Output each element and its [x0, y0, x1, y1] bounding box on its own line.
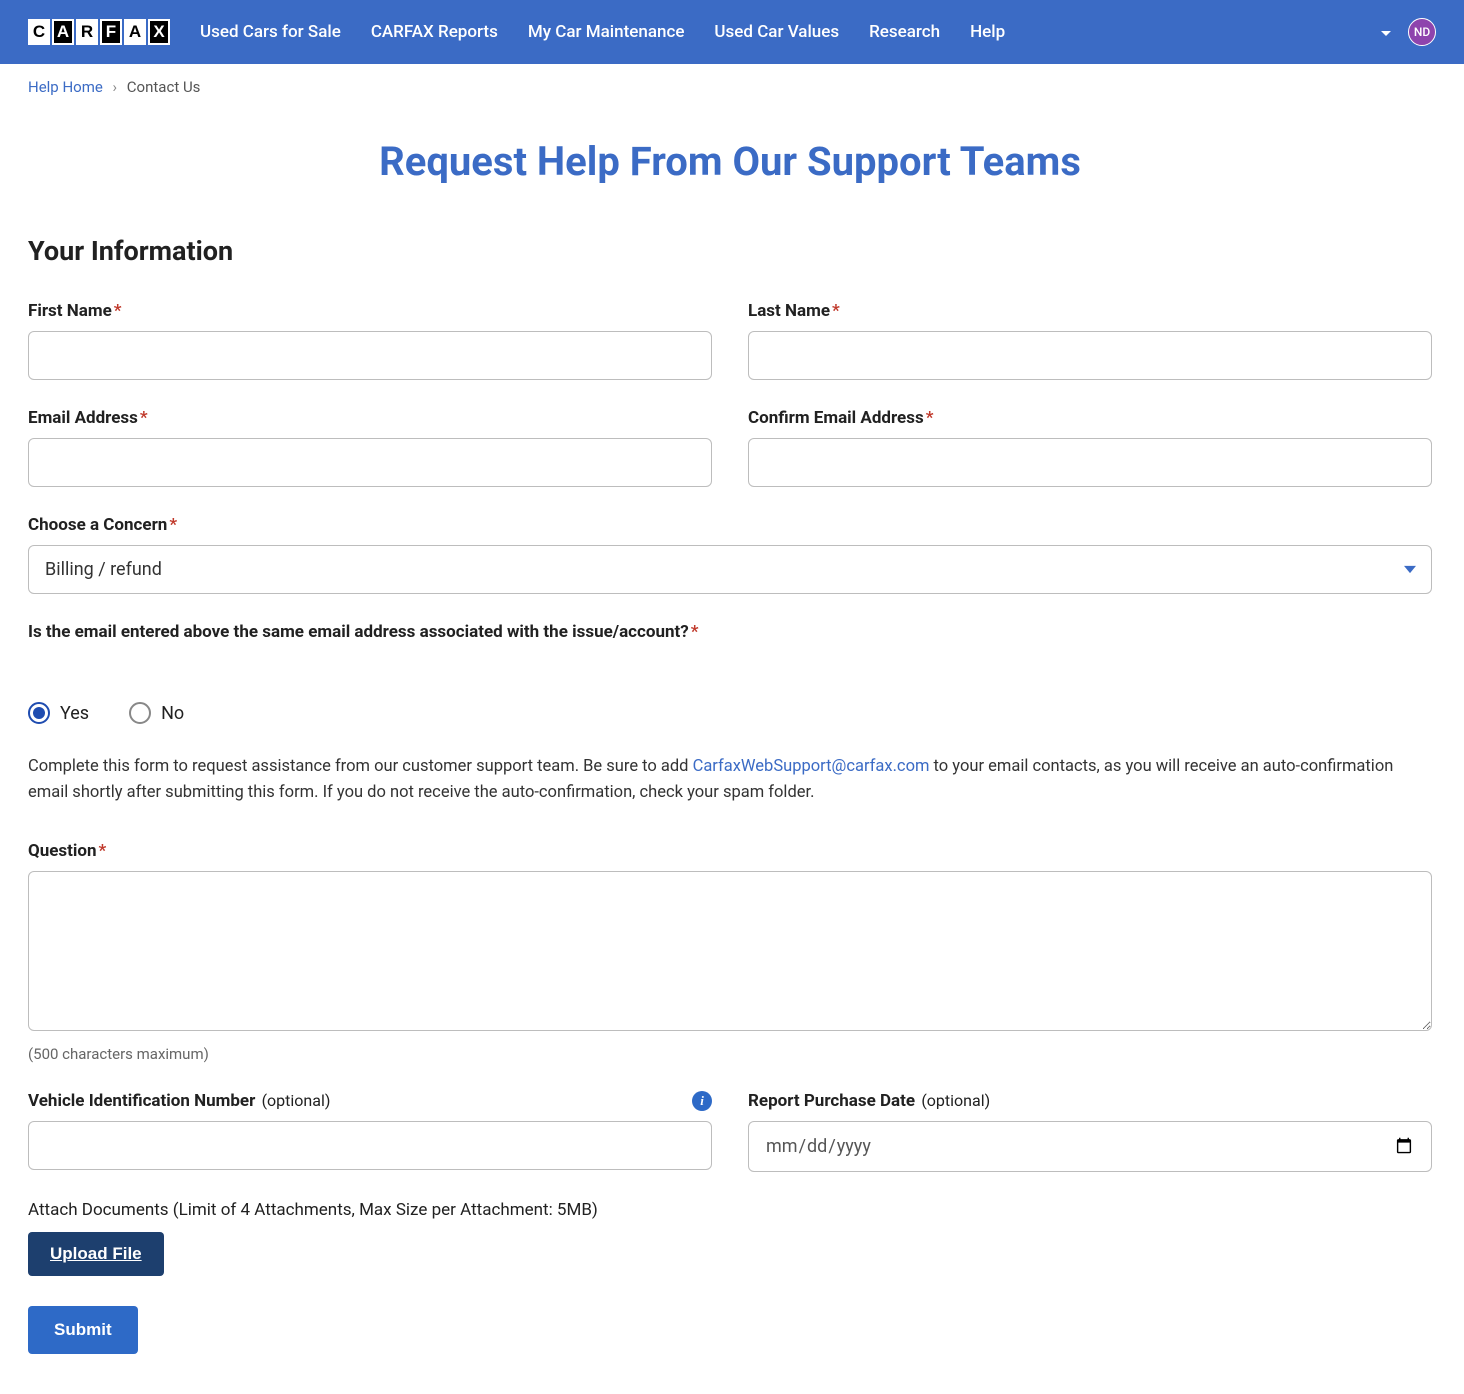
radio-button-icon	[28, 702, 50, 724]
attach-documents-label: Attach Documents (Limit of 4 Attachments…	[28, 1200, 1432, 1220]
confirm-email-label: Confirm Email Address*	[748, 408, 1432, 428]
logo-letter: F	[100, 19, 122, 45]
concern-label: Choose a Concern*	[28, 515, 1432, 535]
logo-letter: A	[124, 19, 146, 45]
radio-yes-label: Yes	[60, 703, 89, 724]
submit-button[interactable]: Submit	[28, 1306, 138, 1354]
vin-input[interactable]	[28, 1121, 712, 1170]
nav-values[interactable]: Used Car Values	[714, 22, 839, 42]
radio-button-icon	[129, 702, 151, 724]
breadcrumb-current: Contact Us	[127, 78, 201, 96]
radio-no[interactable]: No	[129, 702, 184, 724]
same-email-question-label: Is the email entered above the same emai…	[28, 622, 1432, 642]
email-input[interactable]	[28, 438, 712, 487]
breadcrumb-separator: ›	[113, 78, 118, 96]
breadcrumb: Help Home › Contact Us	[0, 64, 1464, 110]
nav-research[interactable]: Research	[869, 22, 940, 42]
question-char-limit: (500 characters maximum)	[28, 1045, 1432, 1063]
logo-letter: X	[148, 19, 170, 45]
section-your-information: Your Information	[28, 235, 1432, 267]
info-icon[interactable]: i	[692, 1091, 712, 1111]
account-dropdown-caret-icon[interactable]	[1380, 23, 1392, 42]
concern-select[interactable]: Billing / refund	[28, 545, 1432, 594]
support-email-link[interactable]: CarfaxWebSupport@carfax.com	[693, 757, 930, 776]
user-avatar[interactable]: ND	[1408, 18, 1436, 46]
top-navbar: C A R F A X Used Cars for Sale CARFAX Re…	[0, 0, 1464, 64]
nav-maintenance[interactable]: My Car Maintenance	[528, 22, 685, 42]
carfax-logo[interactable]: C A R F A X	[28, 19, 170, 45]
breadcrumb-help-home[interactable]: Help Home	[28, 78, 103, 96]
last-name-label: Last Name*	[748, 301, 1432, 321]
radio-no-label: No	[161, 703, 184, 724]
upload-file-button[interactable]: Upload File	[28, 1232, 164, 1276]
vin-label: Vehicle Identification Number (optional)	[28, 1091, 330, 1111]
nav-help[interactable]: Help	[970, 22, 1005, 42]
nav-used-cars[interactable]: Used Cars for Sale	[200, 22, 341, 42]
purchase-date-input[interactable]	[748, 1121, 1432, 1172]
email-label: Email Address*	[28, 408, 712, 428]
page-title: Request Help From Our Support Teams	[28, 138, 1432, 185]
radio-yes[interactable]: Yes	[28, 702, 89, 724]
first-name-input[interactable]	[28, 331, 712, 380]
last-name-input[interactable]	[748, 331, 1432, 380]
logo-letter: A	[52, 19, 74, 45]
logo-letter: C	[28, 19, 50, 45]
purchase-date-label: Report Purchase Date (optional)	[748, 1091, 1432, 1111]
question-textarea[interactable]	[28, 871, 1432, 1031]
question-label: Question*	[28, 841, 1432, 861]
confirm-email-input[interactable]	[748, 438, 1432, 487]
logo-letter: R	[76, 19, 98, 45]
nav-reports[interactable]: CARFAX Reports	[371, 22, 498, 42]
form-instructions: Complete this form to request assistance…	[28, 754, 1432, 807]
primary-nav: Used Cars for Sale CARFAX Reports My Car…	[200, 22, 1380, 42]
first-name-label: First Name*	[28, 301, 712, 321]
